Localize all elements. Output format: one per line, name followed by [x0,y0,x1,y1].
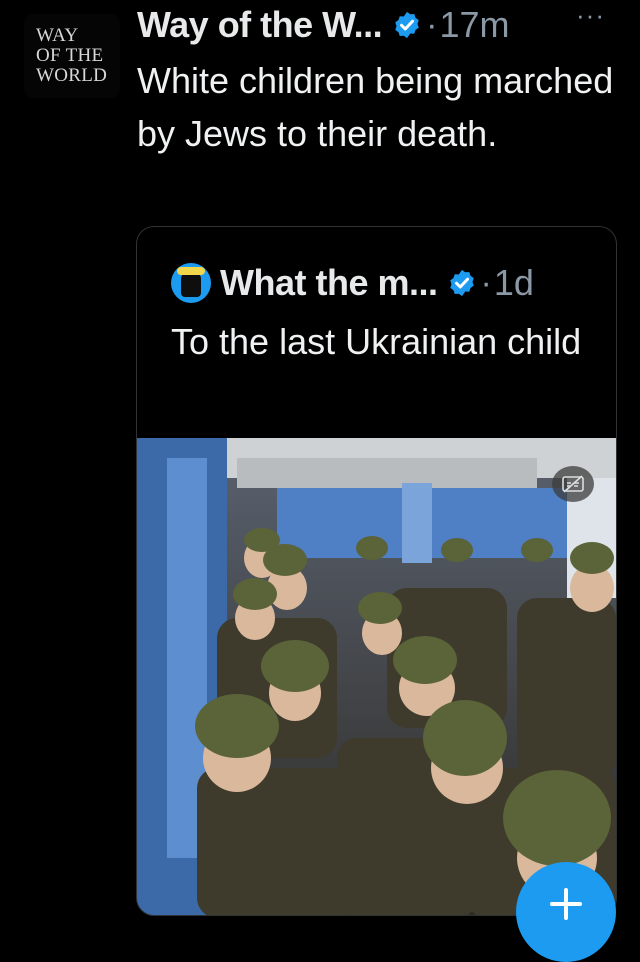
avatar-line-1: WAY [36,25,79,46]
quoted-tweet-card[interactable]: What the m... · 1d To the last Ukrainian… [136,226,617,916]
tweet-text: White children being marched by Jews to … [137,60,614,154]
avatar-line-2: OF THE [36,45,104,66]
compose-button[interactable] [516,862,616,962]
verified-badge-icon [449,269,474,297]
avatar-line-3: WORLD [36,65,108,86]
quoted-tweet-header: What the m... · 1d [171,257,534,309]
captions-off-icon[interactable] [552,466,594,502]
plus-icon [550,888,582,920]
quoted-avatar-hat [177,267,205,275]
author-name[interactable]: Way of the W... [137,4,383,46]
video-player[interactable] [137,438,616,915]
tweet-header: Way of the W... · 17m [137,2,510,48]
verified-badge-icon [395,11,419,39]
video-frame [137,438,616,915]
quoted-author-name[interactable]: What the m... [220,262,438,304]
more-options-icon[interactable]: ··· [576,0,605,31]
header-separator: · [426,5,438,44]
tweet-timestamp[interactable]: 17m [440,4,510,46]
quoted-tweet-timestamp[interactable]: 1d [494,262,534,304]
author-avatar[interactable]: WAY OF THE WORLD [24,14,120,98]
quoted-author-avatar[interactable] [171,263,211,303]
quoted-tweet-text: To the last Ukrainian child [171,321,582,362]
quoted-header-separator: · [480,263,492,302]
